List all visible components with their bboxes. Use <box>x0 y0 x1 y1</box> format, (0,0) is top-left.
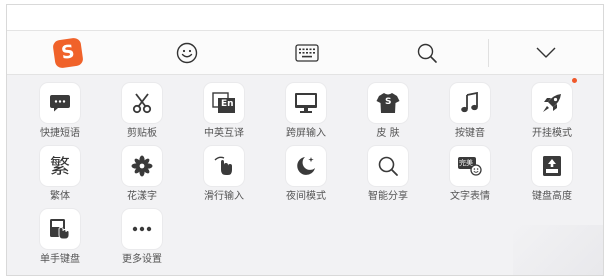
music-note-icon <box>450 83 490 123</box>
tile-clipboard[interactable]: 剪贴板 <box>102 83 182 143</box>
keyboard-switch-button[interactable] <box>277 31 337 75</box>
tile-label: 文字表情 <box>450 191 490 202</box>
quick-phrase-icon <box>40 83 80 123</box>
tile-traditional[interactable]: 繁 繁体 <box>20 146 100 206</box>
sogou-logo-button[interactable]: S <box>38 31 98 75</box>
search-icon <box>368 146 408 186</box>
monitor-icon <box>286 83 326 123</box>
tile-label: 按键音 <box>455 128 485 139</box>
moon-icon <box>286 146 326 186</box>
keyboard-toolbar: S <box>7 31 603 75</box>
tile-one-hand-keyboard[interactable]: 单手键盘 <box>20 209 100 269</box>
tile-label: 夜间模式 <box>286 191 326 202</box>
collapse-keyboard-button[interactable] <box>516 31 576 75</box>
traditional-char-icon: 繁 <box>40 146 80 186</box>
flower-icon <box>122 146 162 186</box>
more-dots-icon <box>122 209 162 249</box>
tile-label: 智能分享 <box>368 191 408 202</box>
tile-label: 键盘高度 <box>532 191 572 202</box>
keyboard-height-icon <box>532 146 572 186</box>
toolbar-divider <box>488 39 489 67</box>
tile-night-mode[interactable]: 夜间模式 <box>266 146 346 206</box>
tile-text-emoji[interactable]: 完美 文字表情 <box>430 146 510 206</box>
tile-quick-phrase[interactable]: 快捷短语 <box>20 83 100 143</box>
tile-keyboard-height[interactable]: 键盘高度 <box>512 146 592 206</box>
tile-label: 快捷短语 <box>40 128 80 139</box>
keyboard-toolbox-panel: S 快捷短语 剪贴板 En 中英互译 跨屏输入 S 皮 肤 按键音 开挂模式 繁… <box>6 4 604 276</box>
tile-label: 皮 肤 <box>376 128 400 139</box>
tile-label: 更多设置 <box>122 254 162 265</box>
search-button[interactable] <box>397 31 457 75</box>
tile-key-sound[interactable]: 按键音 <box>430 83 510 143</box>
tile-boost-mode[interactable]: 开挂模式 <box>512 78 592 143</box>
tile-label: 花漾字 <box>127 191 157 202</box>
text-emoji-icon: 完美 <box>450 146 490 186</box>
tile-translate[interactable]: En 中英互译 <box>184 83 264 143</box>
tile-label: 滑行输入 <box>204 191 244 202</box>
candidate-input-strip <box>7 5 603 31</box>
keyboard-icon <box>295 44 319 62</box>
tile-smart-share[interactable]: 智能分享 <box>348 146 428 206</box>
corner-watermark <box>513 225 603 275</box>
rocket-icon <box>532 78 577 123</box>
chevron-down-icon <box>536 47 556 58</box>
scissors-icon <box>122 83 162 123</box>
tile-label: 单手键盘 <box>40 254 80 265</box>
tile-label: 繁体 <box>50 191 70 202</box>
tile-swipe-input[interactable]: 滑行输入 <box>184 146 264 206</box>
search-icon <box>417 43 437 63</box>
tile-label: 中英互译 <box>204 128 244 139</box>
tile-fancy-text[interactable]: 花漾字 <box>102 146 182 206</box>
tile-cross-screen-input[interactable]: 跨屏输入 <box>266 83 346 143</box>
one-hand-keyboard-icon <box>40 209 80 249</box>
tile-label: 剪贴板 <box>127 128 157 139</box>
emoji-button[interactable] <box>157 31 217 75</box>
new-badge <box>572 78 577 83</box>
translate-icon: En <box>204 83 244 123</box>
sogou-logo-icon: S <box>52 37 84 69</box>
emoji-smile-icon <box>176 42 198 64</box>
swipe-hand-icon <box>204 146 244 186</box>
tile-label: 跨屏输入 <box>286 128 326 139</box>
tile-label: 开挂模式 <box>532 128 572 139</box>
tshirt-icon: S <box>368 83 408 123</box>
tile-more-settings[interactable]: 更多设置 <box>102 209 182 269</box>
tile-skin[interactable]: S 皮 肤 <box>348 83 428 143</box>
